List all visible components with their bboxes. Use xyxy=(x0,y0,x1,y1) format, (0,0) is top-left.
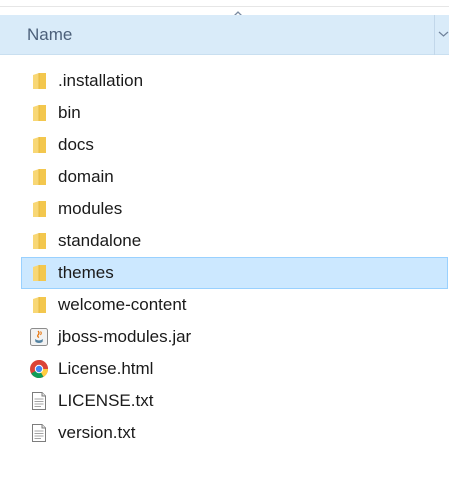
file-name: docs xyxy=(58,135,94,154)
chevron-down-icon[interactable] xyxy=(438,30,449,38)
file-row[interactable]: themes xyxy=(21,257,448,289)
text-file-icon xyxy=(29,391,49,411)
file-name: .installation xyxy=(58,71,144,90)
top-strip xyxy=(0,0,449,14)
folder-icon xyxy=(29,71,49,91)
file-name: version.txt xyxy=(58,423,136,442)
file-name: domain xyxy=(58,167,114,186)
text-file-icon xyxy=(29,423,49,443)
chrome-html-icon xyxy=(29,359,49,379)
file-row[interactable]: License.html xyxy=(21,353,448,385)
file-name: bin xyxy=(58,103,81,122)
file-name: LICENSE.txt xyxy=(58,391,154,410)
file-row[interactable]: docs xyxy=(21,129,448,161)
folder-icon xyxy=(29,295,49,315)
file-row[interactable]: welcome-content xyxy=(21,289,448,321)
file-name: jboss-modules.jar xyxy=(58,327,192,346)
file-row[interactable]: domain xyxy=(21,161,448,193)
file-row[interactable]: version.txt xyxy=(21,417,448,449)
folder-icon xyxy=(29,231,49,251)
file-row[interactable]: bin xyxy=(21,97,448,129)
folder-icon xyxy=(29,103,49,123)
folder-icon xyxy=(29,263,49,283)
folder-icon xyxy=(29,167,49,187)
file-row[interactable]: jboss-modules.jar xyxy=(21,321,448,353)
file-name: themes xyxy=(58,263,114,282)
file-row[interactable]: standalone xyxy=(21,225,448,257)
file-row[interactable]: modules xyxy=(21,193,448,225)
file-name: standalone xyxy=(58,231,142,250)
folder-icon xyxy=(29,199,49,219)
file-name: welcome-content xyxy=(58,295,187,314)
column-header-label: Name xyxy=(27,25,73,44)
file-name: License.html xyxy=(58,359,154,378)
folder-icon xyxy=(29,135,49,155)
top-divider xyxy=(0,6,449,7)
java-jar-icon xyxy=(29,327,49,347)
file-name: modules xyxy=(58,199,123,218)
column-header-name[interactable]: Name xyxy=(0,15,449,55)
file-row[interactable]: LICENSE.txt xyxy=(21,385,448,417)
file-row[interactable]: .installation xyxy=(21,65,448,97)
column-header-divider[interactable] xyxy=(434,15,435,55)
